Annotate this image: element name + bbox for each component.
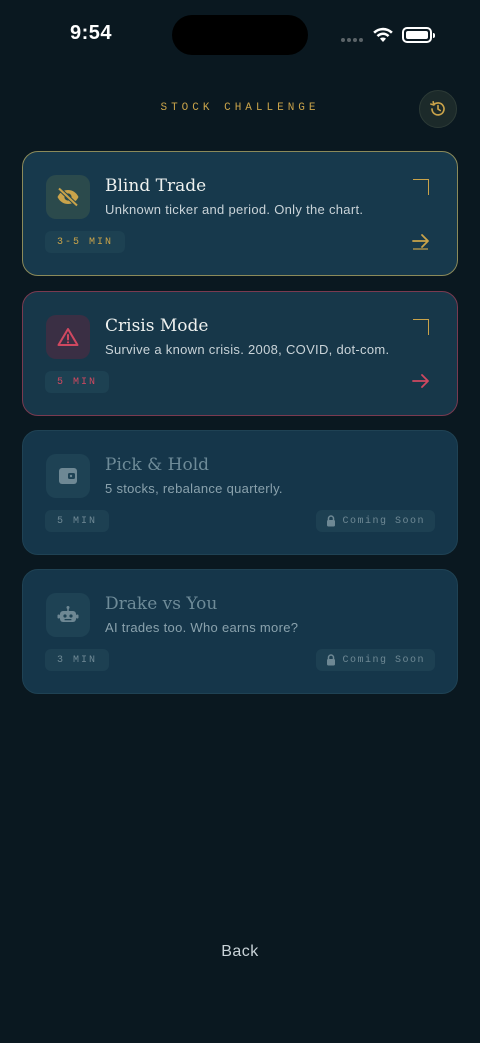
duration-badge: 3 MIN: [45, 649, 110, 671]
card-description: AI trades too. Who earns more?: [105, 620, 299, 635]
card-description: Unknown ticker and period. Only the char…: [105, 202, 364, 217]
duration-badge: 3-5 MIN: [45, 231, 126, 253]
duration-badge: 5 MIN: [45, 510, 110, 532]
battery-icon: [402, 27, 435, 43]
status-time: 9:54: [70, 22, 113, 44]
card-title: Crisis Mode: [105, 316, 209, 336]
wallet-icon: [46, 454, 90, 498]
duration-badge: 5 MIN: [45, 371, 110, 393]
wifi-icon: [373, 27, 393, 42]
back-button[interactable]: Back: [0, 943, 480, 961]
coming-soon-badge: Coming Soon: [316, 510, 435, 532]
card-title: Pick & Hold: [105, 455, 210, 475]
card-description: Survive a known crisis. 2008, COVID, dot…: [105, 342, 390, 357]
coming-soon-label: Coming Soon: [342, 654, 425, 666]
status-bar: 9:54: [0, 0, 480, 70]
card-description: 5 stocks, rebalance quarterly.: [105, 481, 283, 496]
mode-card-crisis-mode[interactable]: Crisis Mode Survive a known crisis. 2008…: [22, 291, 458, 416]
lock-icon: [327, 515, 336, 527]
page-title: STOCK CHALLENGE: [160, 102, 320, 114]
robot-icon: [46, 593, 90, 637]
dynamic-island: [172, 15, 308, 55]
mode-card-drake-vs-you: Drake vs You AI trades too. Who earns mo…: [22, 569, 458, 694]
warning-icon: [46, 315, 90, 359]
coming-soon-label: Coming Soon: [342, 515, 425, 527]
cellular-signal-icon: [341, 38, 363, 42]
card-title: Blind Trade: [105, 176, 207, 196]
history-icon: [430, 100, 445, 116]
corner-bracket: [413, 319, 429, 335]
history-button[interactable]: [419, 90, 457, 128]
arrow-right-icon: [412, 374, 429, 388]
mode-card-blind-trade[interactable]: Blind Trade Unknown ticker and period. O…: [22, 151, 458, 276]
arrow-right-icon: [412, 234, 429, 250]
eye-slash-icon: [46, 175, 90, 219]
card-title: Drake vs You: [105, 594, 218, 614]
coming-soon-badge: Coming Soon: [316, 649, 435, 671]
corner-bracket: [413, 179, 429, 195]
mode-card-pick-and-hold: Pick & Hold 5 stocks, rebalance quarterl…: [22, 430, 458, 555]
lock-icon: [327, 654, 336, 666]
